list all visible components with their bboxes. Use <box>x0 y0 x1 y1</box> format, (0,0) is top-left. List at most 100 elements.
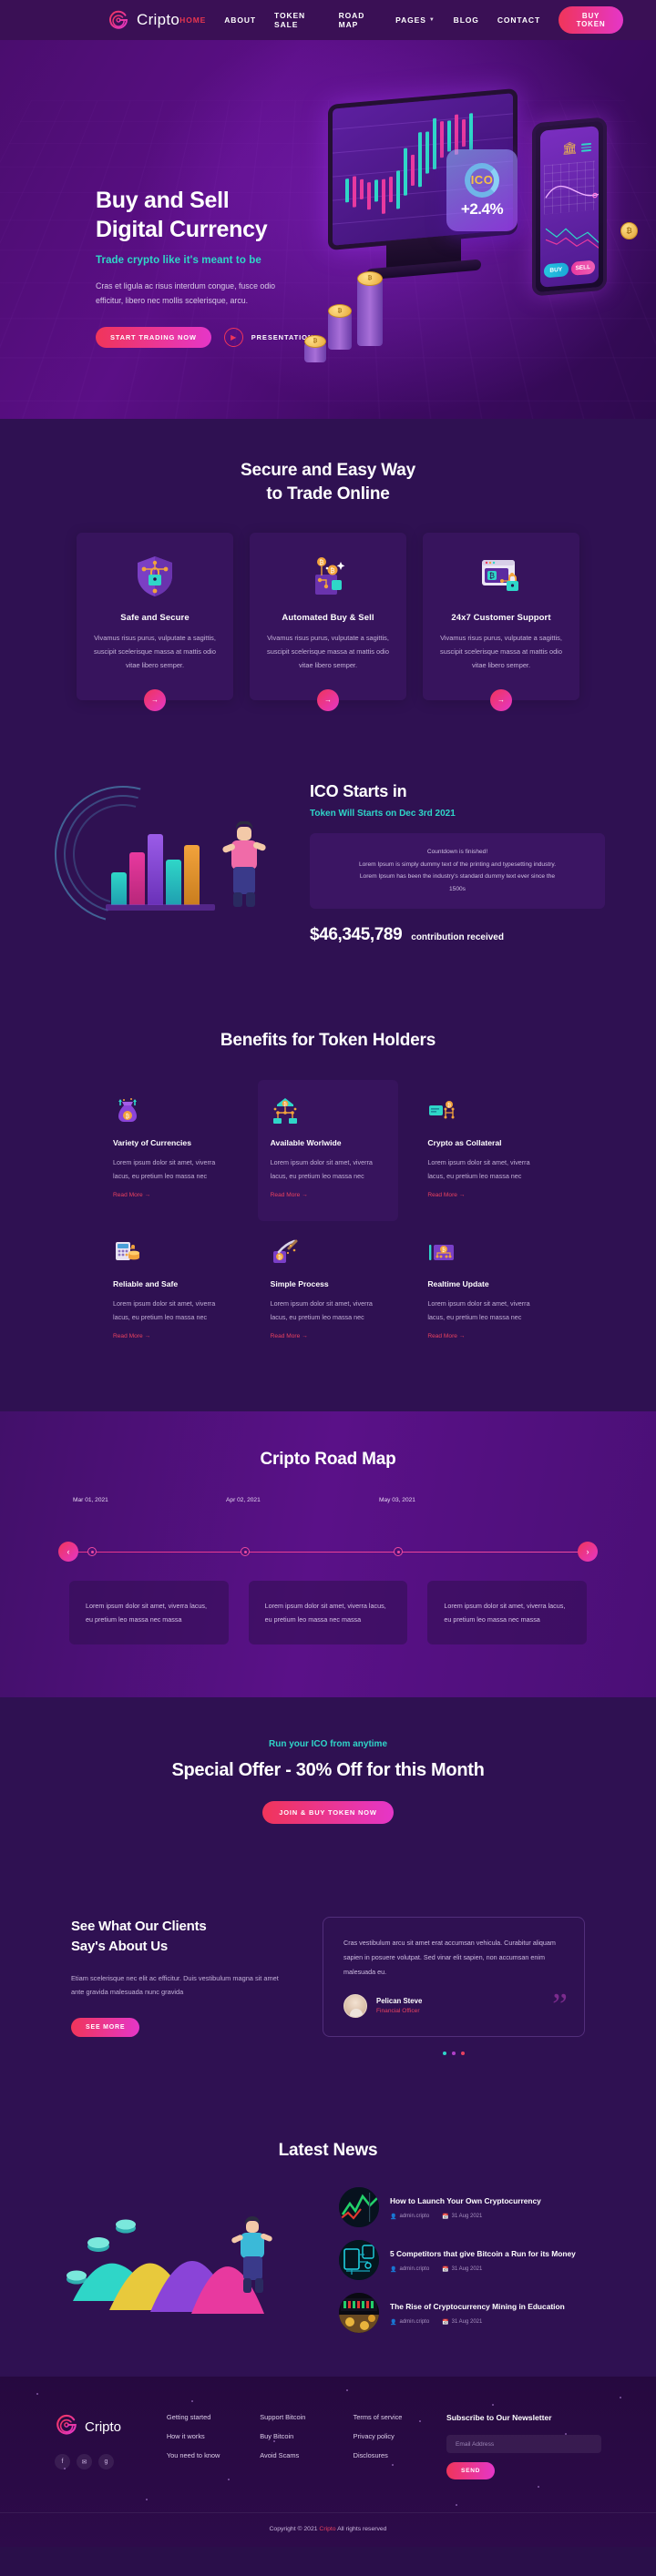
footer-link[interactable]: Getting started <box>167 2413 232 2421</box>
roadmap-card-text: Lorem ipsum dolor sit amet, viverra lacu… <box>264 1601 386 1624</box>
footer-link[interactable]: Avoid Scams <box>260 2451 325 2459</box>
buy-token-button[interactable]: BUY TOKEN <box>559 6 624 34</box>
read-more-link[interactable]: Read More → <box>113 1192 150 1198</box>
news-item[interactable]: 5 Competitors that give Bitcoin a Run fo… <box>339 2240 601 2281</box>
pagination-dot[interactable] <box>452 2051 456 2055</box>
news-body: 5 Competitors that give Bitcoin a Run fo… <box>390 2248 576 2273</box>
facebook-icon[interactable]: f <box>55 2454 70 2470</box>
avatar <box>343 1993 367 2018</box>
see-more-button[interactable]: SEE MORE <box>71 2017 140 2037</box>
copyright-suffix: All rights reserved <box>337 2526 387 2533</box>
news-author: 👤 admin.cripto <box>390 2266 430 2273</box>
chevron-left-icon[interactable]: ‹ <box>58 1541 78 1562</box>
feature-card[interactable]: Safe and Secure Vivamus risus purus, vul… <box>77 533 233 711</box>
benefit-text: Lorem ipsum dolor sit amet, viverra lacu… <box>427 1298 530 1322</box>
read-more-link[interactable]: Read More → <box>427 1192 465 1198</box>
benefit-card[interactable]: ₿ Crypto as Collateral Lorem ipsum dolor… <box>415 1080 556 1221</box>
footer-logo[interactable]: Cripto <box>55 2413 139 2441</box>
nav-item-about[interactable]: ABOUT <box>224 15 256 25</box>
start-trading-button[interactable]: START TRADING NOW <box>96 326 211 348</box>
spiral-c-logo-icon <box>55 2413 78 2441</box>
bitcoin-exchange-icon: ₿ ₿ <box>304 553 352 600</box>
footer-link[interactable]: How it works <box>167 2432 232 2440</box>
roadmap-milestone-dot[interactable] <box>394 1546 403 1556</box>
send-button[interactable]: SEND <box>446 2462 496 2480</box>
benefit-card[interactable]: ₿ Available Worlwide Lorem ipsum dolor s… <box>257 1079 399 1221</box>
nav-item-contact[interactable]: CONTACT <box>497 15 540 25</box>
read-more-link[interactable]: Read More → <box>427 1333 465 1339</box>
pagination-dot[interactable] <box>443 2051 446 2055</box>
read-more-link[interactable]: Read More → <box>271 1192 308 1198</box>
nav-item-home[interactable]: HOME <box>179 15 206 25</box>
spiral-c-logo-icon <box>108 9 129 31</box>
twitter-icon[interactable]: ✉ <box>77 2454 92 2470</box>
testimonials-title: See What Our Clients Say's About Us <box>71 1917 281 1957</box>
svg-text:₿: ₿ <box>278 1254 282 1260</box>
footer-link[interactable]: Privacy policy <box>354 2432 419 2440</box>
presentation-video-link[interactable]: ▶ PRESENTATION <box>223 327 313 347</box>
nav-item-road-map[interactable]: ROAD MAP <box>339 11 378 29</box>
benefits-section: Benefits for Token Holders ₿ Variety of … <box>0 996 656 1412</box>
feature-card-badge-icon[interactable]: → <box>317 688 339 711</box>
footer-link[interactable]: Disclosures <box>354 2451 419 2459</box>
read-more-link[interactable]: Read More → <box>113 1333 150 1339</box>
testimonials-title-line2: Say's About Us <box>71 1938 169 1954</box>
pagination-dot[interactable] <box>461 2051 465 2055</box>
nav-item-pages[interactable]: PAGES ▼ <box>395 15 435 25</box>
roadmap-date: Mar 01, 2021 <box>73 1496 108 1503</box>
phone-buy-button[interactable]: BUY <box>544 262 569 279</box>
news-item-title: How to Launch Your Own Cryptocurrency <box>390 2195 541 2205</box>
svg-text:₿: ₿ <box>283 1101 287 1107</box>
roadmap-milestone-dot[interactable] <box>241 1546 250 1556</box>
circuit-board-thumb <box>339 2240 379 2281</box>
brand-logo[interactable]: Cripto <box>108 9 179 31</box>
nav-item-token-sale[interactable]: TOKEN SALE <box>274 11 321 29</box>
person-illustration <box>220 820 272 909</box>
newsletter-block: Subscribe to Our Newsletter SEND <box>446 2413 602 2480</box>
feature-card-list: Safe and Secure Vivamus risus purus, vul… <box>0 533 656 711</box>
footer-link[interactable]: Terms of service <box>354 2413 419 2421</box>
calendar-icon: 📅 <box>442 2214 449 2220</box>
features-title-line1: Secure and Easy Way <box>241 461 415 480</box>
phone-sell-button[interactable]: SELL <box>570 260 595 276</box>
footer-link[interactable]: Buy Bitcoin <box>260 2432 325 2440</box>
feature-card[interactable]: ₿ ₿ Automated Buy & Sell Vivamus risus p… <box>250 533 406 711</box>
roadmap-milestone-dot[interactable] <box>87 1546 97 1556</box>
ico-illustration <box>29 760 288 948</box>
benefit-title: Available Worlwide <box>270 1137 342 1147</box>
benefit-card[interactable]: Reliable and Safe Lorem ipsum dolor sit … <box>100 1221 241 1362</box>
ico-copy: ICO Starts in Token Will Starts on Dec 3… <box>310 779 605 945</box>
money-bag-icon: ₿ <box>113 1096 142 1125</box>
news-date: 📅 31 Aug 2021 <box>442 2214 483 2220</box>
google-plus-icon[interactable]: g <box>98 2454 114 2470</box>
hamburger-icon <box>581 142 591 153</box>
user-icon: 👤 <box>390 2214 397 2220</box>
join-buy-token-button[interactable]: JOIN & BUY TOKEN NOW <box>262 1801 394 1825</box>
news-item[interactable]: The Rise of Cryptocurrency Mining in Edu… <box>339 2293 601 2334</box>
chevron-right-icon[interactable]: › <box>578 1541 598 1562</box>
read-more-link[interactable]: Read More → <box>271 1333 308 1339</box>
news-item[interactable]: How to Launch Your Own Cryptocurrency 👤 a… <box>339 2187 601 2228</box>
benefit-text: Lorem ipsum dolor sit amet, viverra lacu… <box>113 1157 216 1180</box>
news-author: 👤 admin.cripto <box>390 2214 430 2220</box>
newsletter-title: Subscribe to Our Newsletter <box>446 2413 552 2423</box>
main-navigation: HOME ABOUT TOKEN SALE ROAD MAP PAGES ▼ BL… <box>179 6 624 34</box>
footer-link[interactable]: Support Bitcoin <box>260 2413 325 2421</box>
bank-icon: 🏛 <box>562 140 578 156</box>
benefit-card[interactable]: ₿ Simple Process Lorem ipsum dolor sit a… <box>258 1221 399 1362</box>
benefit-card[interactable]: ₿ Variety of Currencies Lorem ipsum dolo… <box>100 1080 241 1221</box>
feature-card-badge-icon[interactable]: → <box>490 688 512 711</box>
feature-card[interactable]: ₿ 24x7 Customer Support Vivamus risus pu… <box>423 533 579 711</box>
testimonials-section: See What Our Clients Say's About Us Etia… <box>0 1873 656 2108</box>
floating-coin-icon: ₿ <box>620 222 638 239</box>
nav-item-blog[interactable]: BLOG <box>454 15 479 25</box>
benefit-card[interactable]: ₿ Realtime Update Lorem ipsum dolor sit … <box>415 1221 556 1362</box>
testimonial-pagination-dots <box>323 2051 585 2055</box>
copyright-prefix: Copyright © 2021 <box>269 2526 318 2533</box>
footer-link[interactable]: You need to know <box>167 2451 232 2459</box>
feature-card-badge-icon[interactable]: → <box>144 688 166 711</box>
chevron-down-icon: ▼ <box>428 17 436 23</box>
news-list: How to Launch Your Own Cryptocurrency 👤 a… <box>339 2187 601 2334</box>
browser-lock-icon: ₿ <box>477 553 525 600</box>
email-field[interactable] <box>446 2435 602 2454</box>
